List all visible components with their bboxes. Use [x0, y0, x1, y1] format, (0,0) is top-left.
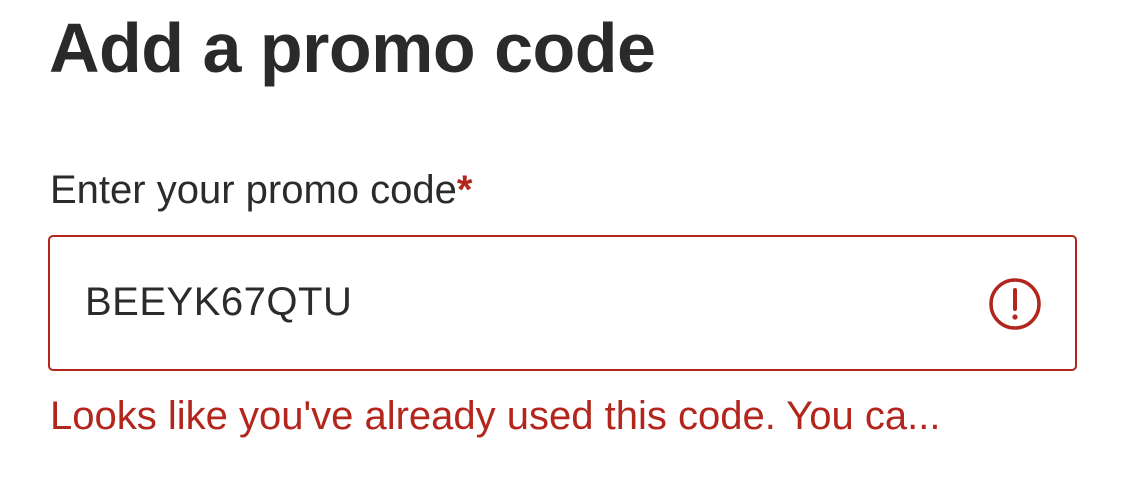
page-title: Add a promo code — [49, 9, 656, 87]
promo-code-label: Enter your promo code* — [50, 166, 472, 214]
required-asterisk: * — [456, 168, 473, 212]
promo-code-input-value[interactable]: BEEYK67QTU — [85, 237, 352, 368]
promo-code-label-text: Enter your promo code — [50, 168, 457, 212]
alert-circle-icon — [988, 277, 1042, 331]
promo-code-error-message: Looks like you've already used this code… — [50, 394, 941, 438]
promo-code-input[interactable]: BEEYK67QTU — [48, 235, 1077, 371]
